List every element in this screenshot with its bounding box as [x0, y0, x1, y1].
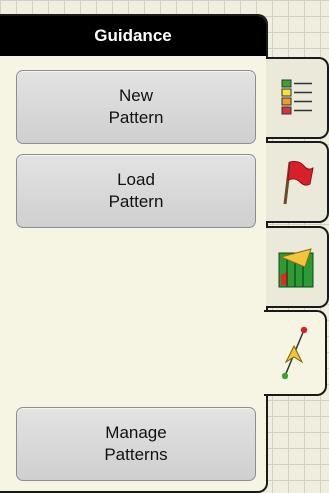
- red-flag-icon: [283, 161, 314, 205]
- tab-flags[interactable]: [266, 141, 329, 223]
- tab-guidance[interactable]: [264, 310, 327, 396]
- new-pattern-label: New Pattern: [108, 86, 164, 127]
- load-pattern-label: Load Pattern: [108, 170, 164, 211]
- guidance-panel: Guidance New Pattern Load Pattern Manage…: [0, 14, 268, 493]
- panel-title: Guidance: [0, 16, 266, 56]
- tab-overview[interactable]: [266, 57, 329, 139]
- manage-patterns-label: Manage Patterns: [104, 423, 168, 464]
- manage-patterns-button[interactable]: Manage Patterns: [16, 407, 256, 481]
- active-tab-seam: [264, 312, 268, 394]
- load-pattern-button[interactable]: Load Pattern: [16, 154, 256, 228]
- list-overview-icon: [281, 79, 312, 115]
- coverage-map-icon: [278, 248, 313, 288]
- new-pattern-button[interactable]: New Pattern: [16, 70, 256, 144]
- tab-coverage[interactable]: [266, 226, 329, 308]
- guidance-arrow-icon: [281, 326, 307, 380]
